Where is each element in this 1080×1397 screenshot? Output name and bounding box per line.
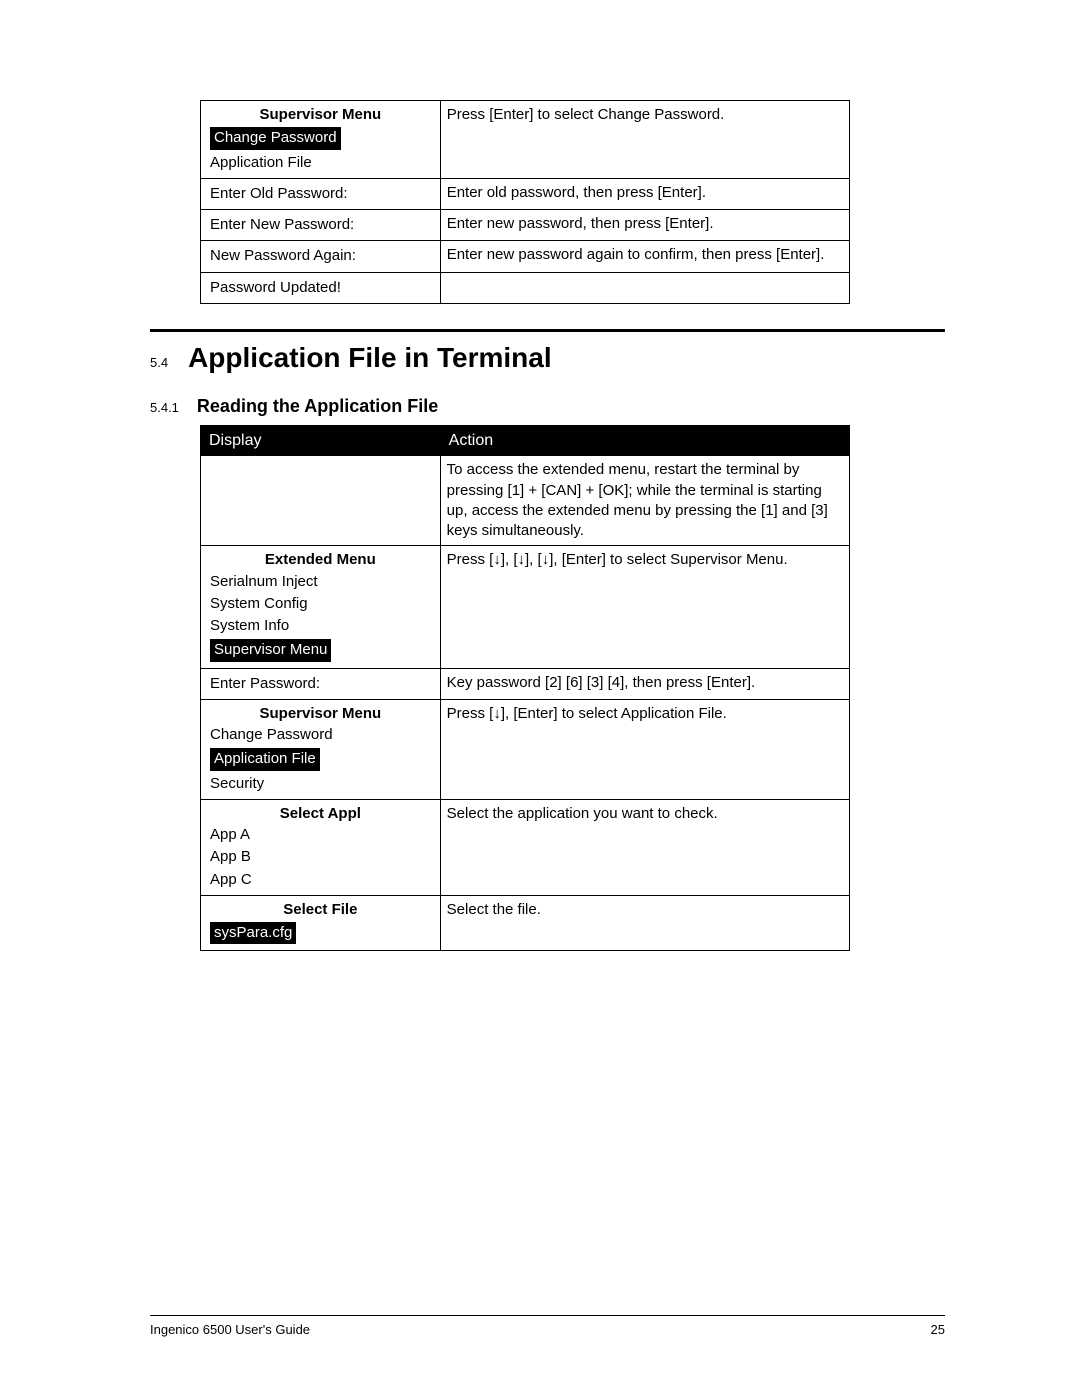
table-change-password: Supervisor MenuChange Password Applicatio… [200,100,850,304]
table-row: Select FilesysPara.cfgSelect the file. [201,895,850,951]
display-title: Select Appl [207,804,434,824]
display-line: New Password Again: [207,245,434,267]
subsection-number: 5.4.1 [150,400,179,415]
display-cell: Extended MenuSerialnum InjectSystem Conf… [201,546,441,668]
subsection-heading: 5.4.1 Reading the Application File [150,396,945,417]
display-line: Enter Old Password: [207,183,434,205]
display-cell: Select ApplApp AApp BApp C [201,799,441,895]
action-cell: Select the file. [440,895,849,951]
display-cell: Supervisor MenuChange PasswordApplicatio… [201,699,441,799]
table-row: Enter New Password: Enter new password, t… [201,210,850,241]
section-divider [150,329,945,332]
display-line: Application File [207,746,434,772]
display-line: Application File [207,152,434,174]
action-cell: Press [Enter] to select Change Password. [440,101,849,179]
footer-right: 25 [931,1322,945,1337]
action-cell: Press [↓], [Enter] to select Application… [440,699,849,799]
table-row: To access the extended menu, restart the… [201,456,850,546]
table-row: Supervisor MenuChange PasswordApplicatio… [201,699,850,799]
display-cell: Enter Password: [201,668,441,699]
action-cell: Enter new password again to confirm, the… [440,241,849,272]
display-line: Serialnum Inject [207,571,434,593]
table-header-row: Display Action [201,425,850,456]
highlighted-item: sysPara.cfg [210,922,296,944]
action-cell: Select the application you want to check… [440,799,849,895]
display-cell: Supervisor MenuChange Password Applicatio… [201,101,441,179]
page: Supervisor MenuChange PasswordApplicatio… [0,0,1080,1397]
display-line: App B [207,846,434,868]
highlighted-item: Change Password [210,127,341,149]
table-row: Enter Password: Key password [2] [6] [3] … [201,668,850,699]
action-cell: Enter old password, then press [Enter]. [440,178,849,209]
display-title: Supervisor Menu [207,704,434,724]
section-heading: 5.4 Application File in Terminal [150,342,945,374]
display-line: Enter New Password: [207,214,434,236]
action-cell: To access the extended menu, restart the… [440,456,849,546]
display-line: Enter Password: [207,673,434,695]
page-footer: Ingenico 6500 User's Guide 25 [150,1315,945,1337]
section-title: Application File in Terminal [188,342,552,374]
table-row: Select ApplApp AApp BApp CSelect the app… [201,799,850,895]
display-line: Change Password [207,125,434,151]
table-row: Supervisor MenuChange Password Applicatio… [201,101,850,179]
display-line: Change Password [207,724,434,746]
display-line: App C [207,869,434,891]
display-cell: Select FilesysPara.cfg [201,895,441,951]
subsection-title: Reading the Application File [197,396,438,417]
table-row: Extended MenuSerialnum InjectSystem Conf… [201,546,850,668]
display-cell: New Password Again: [201,241,441,272]
display-line: System Config [207,593,434,615]
action-cell: Press [↓], [↓], [↓], [Enter] to select S… [440,546,849,668]
display-cell [201,456,441,546]
display-line: Security [207,773,434,795]
display-line: App A [207,824,434,846]
display-title: Select File [207,900,434,920]
action-cell: Enter new password, then press [Enter]. [440,210,849,241]
header-action: Action [440,425,849,456]
action-cell [440,272,849,303]
display-cell: Enter New Password: [201,210,441,241]
table-row: Password Updated! [201,272,850,303]
header-display: Display [201,425,441,456]
highlighted-item: Application File [210,748,320,770]
table-reading-app-file: Display Action To access the extended me… [200,425,850,952]
highlighted-item: Supervisor Menu [210,639,331,661]
display-cell: Password Updated! [201,272,441,303]
display-title: Extended Menu [207,550,434,570]
footer-left: Ingenico 6500 User's Guide [150,1322,310,1337]
display-title: Supervisor Menu [207,105,434,125]
display-line: sysPara.cfg [207,920,434,946]
display-line: System Info [207,615,434,637]
display-cell: Enter Old Password: [201,178,441,209]
display-line: Password Updated! [207,277,434,299]
display-line: Supervisor Menu [207,637,434,663]
table-row: New Password Again: Enter new password ag… [201,241,850,272]
action-cell: Key password [2] [6] [3] [4], then press… [440,668,849,699]
section-number: 5.4 [150,355,168,370]
table-row: Enter Old Password: Enter old password, t… [201,178,850,209]
